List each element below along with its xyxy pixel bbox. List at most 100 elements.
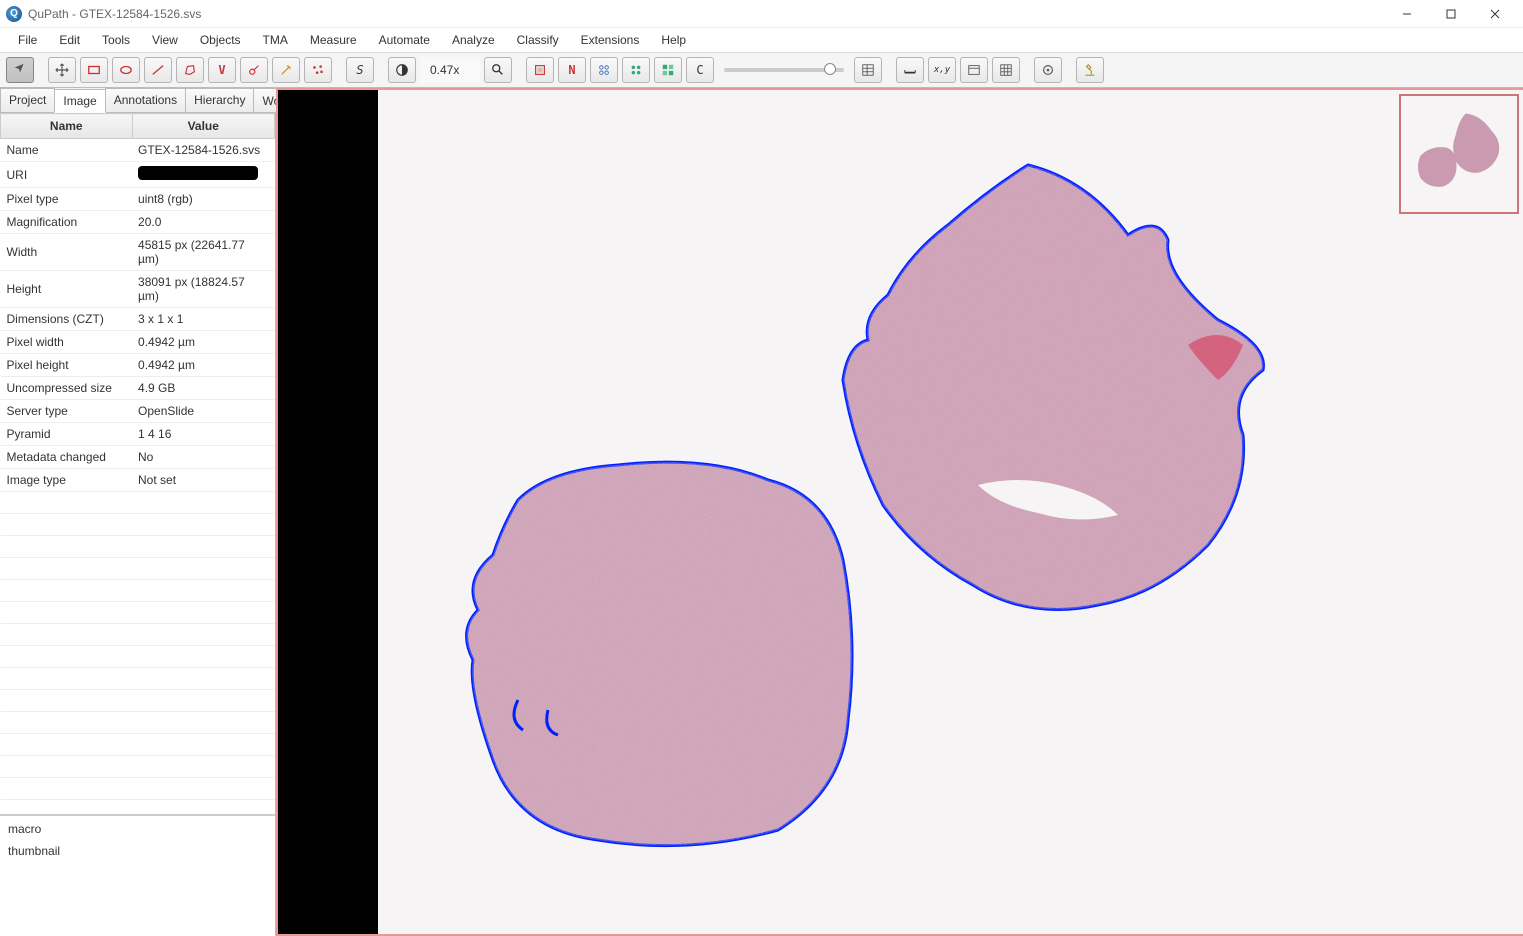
table-row[interactable]: Height38091 px (18824.57 µm): [1, 271, 275, 308]
measurement-table-button[interactable]: [854, 57, 882, 83]
table-row[interactable]: Dimensions (CZT)3 x 1 x 1: [1, 308, 275, 331]
menu-edit[interactable]: Edit: [49, 30, 90, 50]
selection-mode-button[interactable]: S: [346, 57, 374, 83]
menu-objects[interactable]: Objects: [190, 30, 251, 50]
property-name: Pyramid: [1, 423, 133, 446]
rectangle-tool-button[interactable]: [80, 57, 108, 83]
table-row[interactable]: [1, 492, 275, 514]
property-value: 38091 px (18824.57 µm): [132, 271, 274, 308]
table-row[interactable]: NameGTEX-12584-1526.svs: [1, 139, 275, 162]
show-detections-button[interactable]: [622, 57, 650, 83]
show-names-button[interactable]: N: [558, 57, 586, 83]
tab-hierarchy[interactable]: Hierarchy: [185, 88, 254, 112]
table-row[interactable]: Server typeOpenSlide: [1, 400, 275, 423]
overview-panel[interactable]: [1399, 94, 1519, 214]
show-grid-button[interactable]: [992, 57, 1020, 83]
table-row[interactable]: Image typeNot set: [1, 469, 275, 492]
microscope-button[interactable]: [1076, 57, 1104, 83]
show-classes-button[interactable]: C: [686, 57, 714, 83]
table-row[interactable]: [1, 646, 275, 668]
table-row[interactable]: [1, 734, 275, 756]
image-properties-table: Name Value NameGTEX-12584-1526.svsURIPix…: [0, 113, 275, 816]
property-value: [132, 778, 274, 800]
table-row[interactable]: [1, 514, 275, 536]
maximize-button[interactable]: [1429, 0, 1473, 28]
table-row[interactable]: Magnification20.0: [1, 211, 275, 234]
close-button[interactable]: [1473, 0, 1517, 28]
associated-image-item[interactable]: macro: [0, 818, 275, 840]
property-value: GTEX-12584-1526.svs: [132, 139, 274, 162]
table-row[interactable]: [1, 690, 275, 712]
points-tool-button[interactable]: [304, 57, 332, 83]
column-header-value[interactable]: Value: [132, 114, 274, 139]
table-row[interactable]: Pixel width0.4942 µm: [1, 331, 275, 354]
menu-file[interactable]: File: [8, 30, 47, 50]
menu-analyze[interactable]: Analyze: [442, 30, 505, 50]
property-name: [1, 734, 133, 756]
table-row[interactable]: Pixel height0.4942 µm: [1, 354, 275, 377]
tab-project[interactable]: Project: [0, 88, 55, 112]
property-value: [132, 712, 274, 734]
opacity-slider[interactable]: [724, 68, 844, 72]
polygon-tool-button[interactable]: [176, 57, 204, 83]
show-overview-button[interactable]: [960, 57, 988, 83]
table-row[interactable]: [1, 668, 275, 690]
slide-viewer[interactable]: [276, 88, 1523, 936]
table-row[interactable]: [1, 712, 275, 734]
menu-tools[interactable]: Tools: [92, 30, 140, 50]
property-name: Metadata changed: [1, 446, 133, 469]
table-row[interactable]: Metadata changedNo: [1, 446, 275, 469]
property-name: Name: [1, 139, 133, 162]
menu-help[interactable]: Help: [651, 30, 696, 50]
menu-automate[interactable]: Automate: [369, 30, 440, 50]
table-row[interactable]: Pyramid1 4 16: [1, 423, 275, 446]
menu-measure[interactable]: Measure: [300, 30, 367, 50]
tab-annotations[interactable]: Annotations: [105, 88, 186, 112]
property-name: URI: [1, 162, 133, 188]
preferences-button[interactable]: [1034, 57, 1062, 83]
show-location-button[interactable]: x,y: [928, 57, 956, 83]
table-row[interactable]: [1, 624, 275, 646]
polyline-tool-button[interactable]: V: [208, 57, 236, 83]
property-value: 45815 px (22641.77 µm): [132, 234, 274, 271]
menu-classify[interactable]: Classify: [507, 30, 569, 50]
show-tma-grid-button[interactable]: [590, 57, 618, 83]
table-row[interactable]: [1, 536, 275, 558]
show-annotations-button[interactable]: [526, 57, 554, 83]
brush-tool-button[interactable]: [240, 57, 268, 83]
wand-tool-button[interactable]: [272, 57, 300, 83]
table-row[interactable]: [1, 756, 275, 778]
property-name: [1, 712, 133, 734]
titlebar: Q QuPath - GTEX-12584-1526.svs: [0, 0, 1523, 28]
property-name: [1, 668, 133, 690]
tab-image[interactable]: Image: [54, 89, 105, 113]
table-row[interactable]: Width45815 px (22641.77 µm): [1, 234, 275, 271]
menubar: FileEditToolsViewObjectsTMAMeasureAutoma…: [0, 28, 1523, 52]
associated-image-item[interactable]: thumbnail: [0, 840, 275, 862]
brightness-contrast-button[interactable]: [388, 57, 416, 83]
menu-tma[interactable]: TMA: [253, 30, 298, 50]
column-header-name[interactable]: Name: [1, 114, 133, 139]
property-name: Server type: [1, 400, 133, 423]
minimize-button[interactable]: [1385, 0, 1429, 28]
pan-tool-button[interactable]: [48, 57, 76, 83]
sidebar-tabs: ProjectImageAnnotationsHierarchyWork▾: [0, 88, 275, 113]
table-row[interactable]: URI: [1, 162, 275, 188]
menu-extensions[interactable]: Extensions: [571, 30, 650, 50]
line-tool-button[interactable]: [144, 57, 172, 83]
ellipse-tool-button[interactable]: [112, 57, 140, 83]
fill-detections-button[interactable]: [654, 57, 682, 83]
table-row[interactable]: Uncompressed size4.9 GB: [1, 377, 275, 400]
table-row[interactable]: [1, 558, 275, 580]
zoom-readout: 0.47x: [420, 57, 480, 83]
table-row[interactable]: [1, 602, 275, 624]
table-row[interactable]: [1, 580, 275, 602]
show-scalebar-button[interactable]: [896, 57, 924, 83]
table-row[interactable]: Pixel typeuint8 (rgb): [1, 188, 275, 211]
move-tool-button[interactable]: [6, 57, 34, 83]
zoom-fit-button[interactable]: [484, 57, 512, 83]
menu-view[interactable]: View: [142, 30, 188, 50]
property-value: 0.4942 µm: [132, 354, 274, 377]
table-row[interactable]: [1, 778, 275, 800]
property-value: 0.4942 µm: [132, 331, 274, 354]
